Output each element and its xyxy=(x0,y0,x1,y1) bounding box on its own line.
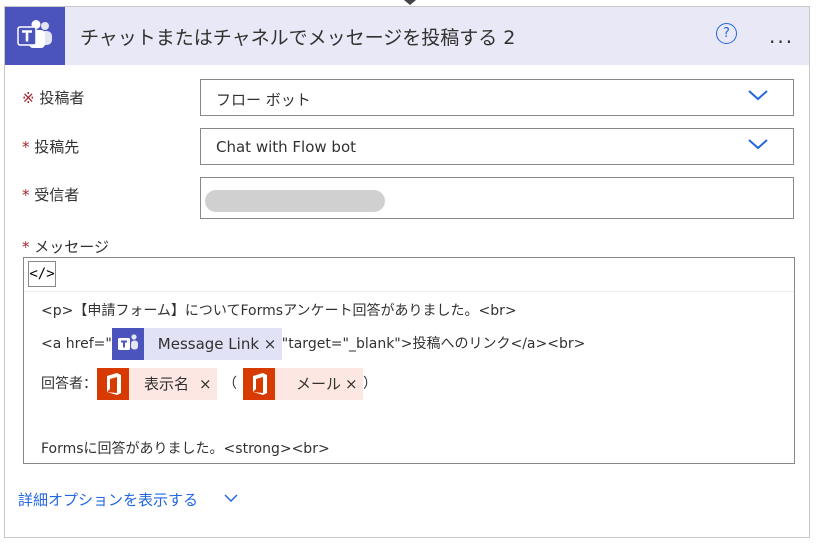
poster-label-text: 投稿者 xyxy=(39,89,85,107)
card-top-notch xyxy=(404,0,416,5)
line2-suffix: "target="_blank">投稿へのリンク</a><br> xyxy=(281,336,586,352)
poster-value: フロー ボット xyxy=(216,91,311,109)
open-paren: （ xyxy=(223,376,237,392)
required-mark: * xyxy=(22,138,30,156)
message-editor[interactable]: </> <p>【申請フォーム】についてFormsアンケート回答がありました。<b… xyxy=(23,257,795,464)
message-link-token-label: Message Link xyxy=(157,335,260,353)
post-in-dropdown[interactable]: Chat with Flow bot xyxy=(200,128,794,165)
code-view-toggle-icon[interactable]: </> xyxy=(28,261,56,287)
poster-dropdown[interactable]: フロー ボット xyxy=(200,79,794,116)
post-in-label-text: 投稿先 xyxy=(34,138,80,156)
action-title: チャットまたはチャネルでメッセージを投稿する 2 xyxy=(80,27,516,49)
message-line-1: <p>【申請フォーム】についてFormsアンケート回答がありました。<br> xyxy=(41,303,517,319)
message-label: * メッセージ xyxy=(22,236,109,257)
action-header[interactable]: チャットまたはチャネルでメッセージを投稿する 2 ? ... xyxy=(5,7,809,65)
more-options-icon[interactable]: ... xyxy=(769,26,794,46)
remove-token-icon[interactable]: × xyxy=(199,368,212,400)
recipient-redacted-pill xyxy=(205,190,385,212)
show-advanced-options-link[interactable]: 詳細オプションを表示する xyxy=(18,489,198,510)
message-line-5: Formsに回答がありました。<strong><br> xyxy=(41,441,330,457)
display-name-token-label: 表示名 xyxy=(144,375,190,393)
action-card: チャットまたはチャネルでメッセージを投稿する 2 ? ... ※ 投稿者 フロー… xyxy=(4,6,810,538)
help-icon[interactable]: ? xyxy=(716,23,737,44)
close-paren: ） xyxy=(363,376,377,392)
message-line-2: <a href=" Message Link × "target="_blank… xyxy=(41,328,585,360)
recipient-input[interactable] xyxy=(200,177,794,219)
message-label-text: メッセージ xyxy=(34,238,109,256)
office-icon xyxy=(243,368,275,400)
message-line-3: 回答者： 表示名 × （ メール × ） xyxy=(41,368,377,400)
chevron-down-icon[interactable] xyxy=(747,137,769,151)
email-token[interactable]: メール × xyxy=(243,368,363,400)
remove-token-icon[interactable]: × xyxy=(345,368,358,400)
post-in-value: Chat with Flow bot xyxy=(216,138,357,156)
remove-token-icon[interactable]: × xyxy=(264,328,277,360)
teams-logo-icon xyxy=(5,7,65,65)
email-token-label: メール xyxy=(296,375,342,393)
chevron-down-icon[interactable] xyxy=(747,88,769,102)
poster-label: ※ 投稿者 xyxy=(22,87,84,108)
editor-toolbar: </> xyxy=(24,258,794,292)
recipient-label: * 受信者 xyxy=(22,184,79,205)
office-icon xyxy=(97,368,129,400)
respondent-label: 回答者： xyxy=(41,376,97,392)
teams-icon xyxy=(111,328,144,360)
required-mark: * xyxy=(22,186,30,204)
required-mark: * xyxy=(22,238,30,256)
line2-prefix: <a href=" xyxy=(41,336,112,352)
message-link-token[interactable]: Message Link × xyxy=(111,328,282,360)
recipient-label-text: 受信者 xyxy=(34,186,80,204)
post-in-label: * 投稿先 xyxy=(22,136,79,157)
display-name-token[interactable]: 表示名 × xyxy=(97,368,217,400)
chevron-down-icon[interactable] xyxy=(223,493,239,503)
required-mark: ※ xyxy=(22,89,35,107)
